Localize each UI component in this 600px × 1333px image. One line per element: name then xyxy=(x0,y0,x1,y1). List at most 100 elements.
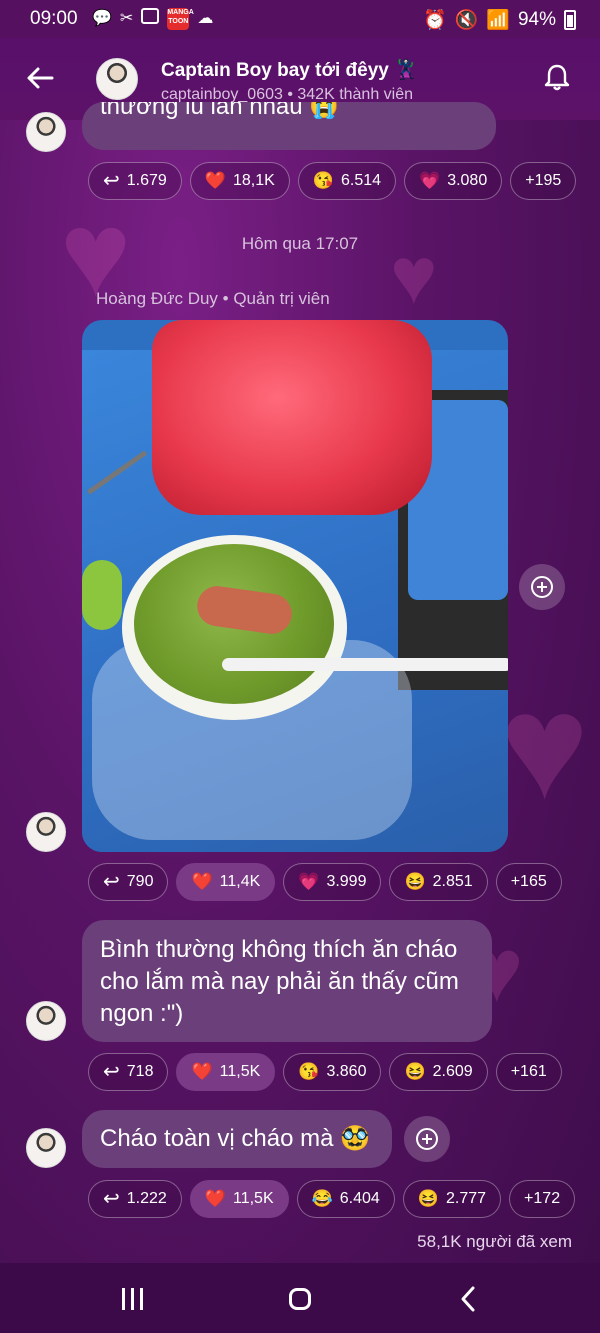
background-heart-icon: ♥ xyxy=(500,662,590,830)
sender-name[interactable]: Hoàng Đức Duy • Quản trị viên xyxy=(96,289,330,309)
system-icons: ⏰ 🔇 📶 94% xyxy=(423,8,576,32)
wifi-icon: 📶 xyxy=(486,10,510,31)
reaction-chip-heart[interactable]: ❤️ 11,5K xyxy=(189,1180,289,1218)
add-reaction-icon xyxy=(416,1128,438,1150)
home-icon xyxy=(289,1288,311,1310)
reaction-count: 18,1K xyxy=(232,172,275,189)
reaction-count: 3.999 xyxy=(326,873,367,890)
reaction-count: +165 xyxy=(510,873,547,890)
reaction-count: 790 xyxy=(126,873,154,890)
more-reactions-chip[interactable]: +161 xyxy=(495,1053,562,1091)
back-navigation-icon[interactable] xyxy=(448,1279,488,1319)
laughing-face-icon: 😆 xyxy=(404,872,426,891)
reaction-count: 6.404 xyxy=(339,1190,380,1207)
message-text: Bình thường không thích ăn cháo cho lắm … xyxy=(100,936,459,1027)
photo-spoon xyxy=(222,658,508,671)
reaction-count: 1.679 xyxy=(126,172,167,189)
alarm-icon: ⏰ xyxy=(422,10,447,31)
more-reactions-chip[interactable]: +195 xyxy=(510,162,577,200)
reaction-chip-pink-heart[interactable]: 💗 3.999 xyxy=(283,863,382,901)
mangatoon-icon: MANGA TOON xyxy=(167,8,194,30)
reaction-chip-kiss[interactable]: 😘 3.860 xyxy=(283,1053,382,1091)
reaction-chip-tears-of-joy[interactable]: 😂 6.404 xyxy=(296,1180,395,1218)
more-reactions-chip[interactable]: +172 xyxy=(509,1180,576,1218)
instagram-icon xyxy=(141,8,160,24)
message-bubble[interactable]: Cháo toàn vị cháo mà 🥸 xyxy=(82,1110,392,1168)
reaction-count: 718 xyxy=(126,1063,154,1080)
reaction-count: 2.777 xyxy=(446,1190,487,1207)
add-reaction-button[interactable] xyxy=(404,1116,450,1162)
system-navigation-bar xyxy=(0,1263,600,1333)
notification-icons: 💬 ✂ MANGA TOON ☁ xyxy=(92,8,213,30)
reply-arrow-icon: ↩ xyxy=(103,170,120,192)
heart-icon: ❤️ xyxy=(191,1062,213,1081)
reaction-count: 2.609 xyxy=(432,1063,473,1080)
reply-count-chip[interactable]: ↩ 1.679 xyxy=(88,162,182,200)
add-reaction-icon xyxy=(531,576,553,598)
pink-heart-icon: 💗 xyxy=(419,171,441,190)
chat-notification-icon: 💬 xyxy=(92,10,112,27)
message-bubble[interactable]: Bình thường không thích ăn cháo cho lắm … xyxy=(82,920,492,1042)
sender-avatar[interactable] xyxy=(26,112,66,152)
laughing-face-icon: 😆 xyxy=(404,1062,426,1081)
sender-avatar[interactable] xyxy=(26,1001,66,1041)
reaction-bar: ↩ 1.222 ❤️ 11,5K 😂 6.404 😆 2.777 +172 xyxy=(88,1180,576,1218)
tears-of-joy-icon: 😂 xyxy=(311,1189,333,1208)
notification-bell-icon[interactable] xyxy=(542,62,572,92)
reaction-chip-heart[interactable]: ❤️ 11,4K xyxy=(176,863,276,901)
capcut-icon: ✂ xyxy=(119,10,134,27)
reaction-chip-laugh[interactable]: 😆 2.851 xyxy=(389,863,488,901)
reaction-count: 11,4K xyxy=(219,873,261,890)
kiss-face-icon: 😘 xyxy=(312,171,334,190)
message-text: Cháo toàn vị cháo mà 🥸 xyxy=(100,1125,371,1152)
reaction-chip-heart[interactable]: ❤️ 18,1K xyxy=(189,162,290,200)
heart-icon: ❤️ xyxy=(204,1189,226,1208)
reaction-count: 11,5K xyxy=(219,1063,261,1080)
battery-percent: 94% xyxy=(517,9,556,30)
reaction-bar: ↩ 718 ❤️ 11,5K 😘 3.860 😆 2.609 +161 xyxy=(88,1053,562,1091)
viewers-count[interactable]: 58,1K người đã xem xyxy=(417,1232,572,1252)
reply-arrow-icon: ↩ xyxy=(103,1188,120,1210)
reaction-count: 6.514 xyxy=(340,172,382,189)
mute-icon: 🔇 xyxy=(454,10,479,31)
reply-count-chip[interactable]: ↩ 1.222 xyxy=(88,1180,182,1218)
photo-red-bag xyxy=(152,320,432,515)
add-reaction-button[interactable] xyxy=(519,564,565,610)
message-bubble[interactable]: thường lũ lắn nhau 😭 xyxy=(82,102,496,150)
reaction-count: 3.080 xyxy=(447,172,488,189)
reaction-chip-kiss[interactable]: 😘 6.514 xyxy=(297,162,397,200)
heart-icon: ❤️ xyxy=(204,171,226,190)
back-arrow-icon[interactable] xyxy=(22,60,62,100)
reaction-chip-heart[interactable]: ❤️ 11,5K xyxy=(176,1053,276,1091)
reaction-chip-laugh[interactable]: 😆 2.609 xyxy=(389,1053,488,1091)
sender-avatar[interactable] xyxy=(26,812,66,852)
recent-apps-icon[interactable] xyxy=(112,1279,152,1319)
reaction-count: 1.222 xyxy=(126,1190,167,1207)
channel-name[interactable]: Captain Boy bay tới đêyy 🦹 xyxy=(161,58,418,82)
message-text: thường lũ lắn nhau 😭 xyxy=(100,102,340,120)
reply-count-chip[interactable]: ↩ 790 xyxy=(88,863,169,901)
home-button[interactable] xyxy=(280,1279,320,1319)
reaction-count: 2.851 xyxy=(432,873,473,890)
reaction-chip-laugh[interactable]: 😆 2.777 xyxy=(402,1180,502,1218)
reaction-bar: ↩ 790 ❤️ 11,4K 💗 3.999 😆 2.851 +165 xyxy=(88,863,562,901)
reaction-count: +172 xyxy=(524,1190,561,1207)
battery-icon xyxy=(564,10,576,30)
reaction-count: +195 xyxy=(525,172,562,189)
reaction-chip-pink-heart[interactable]: 💗 3.080 xyxy=(404,162,503,200)
reply-count-chip[interactable]: ↩ 718 xyxy=(88,1053,169,1091)
sender-avatar[interactable] xyxy=(26,1128,66,1168)
more-reactions-chip[interactable]: +165 xyxy=(495,863,562,901)
reply-arrow-icon: ↩ xyxy=(103,1061,120,1083)
kiss-face-icon: 😘 xyxy=(298,1062,320,1081)
cloud-icon: ☁ xyxy=(197,10,214,27)
status-time: 09:00 xyxy=(30,8,78,29)
reaction-count: 3.860 xyxy=(326,1063,367,1080)
reply-arrow-icon: ↩ xyxy=(103,871,120,893)
pink-heart-icon: 💗 xyxy=(298,872,320,891)
reaction-count: 11,5K xyxy=(232,1190,274,1207)
date-separator: Hôm qua 17:07 xyxy=(241,234,359,253)
photo-message[interactable] xyxy=(82,320,508,852)
reaction-count: +161 xyxy=(510,1063,547,1080)
channel-avatar[interactable] xyxy=(96,58,138,100)
